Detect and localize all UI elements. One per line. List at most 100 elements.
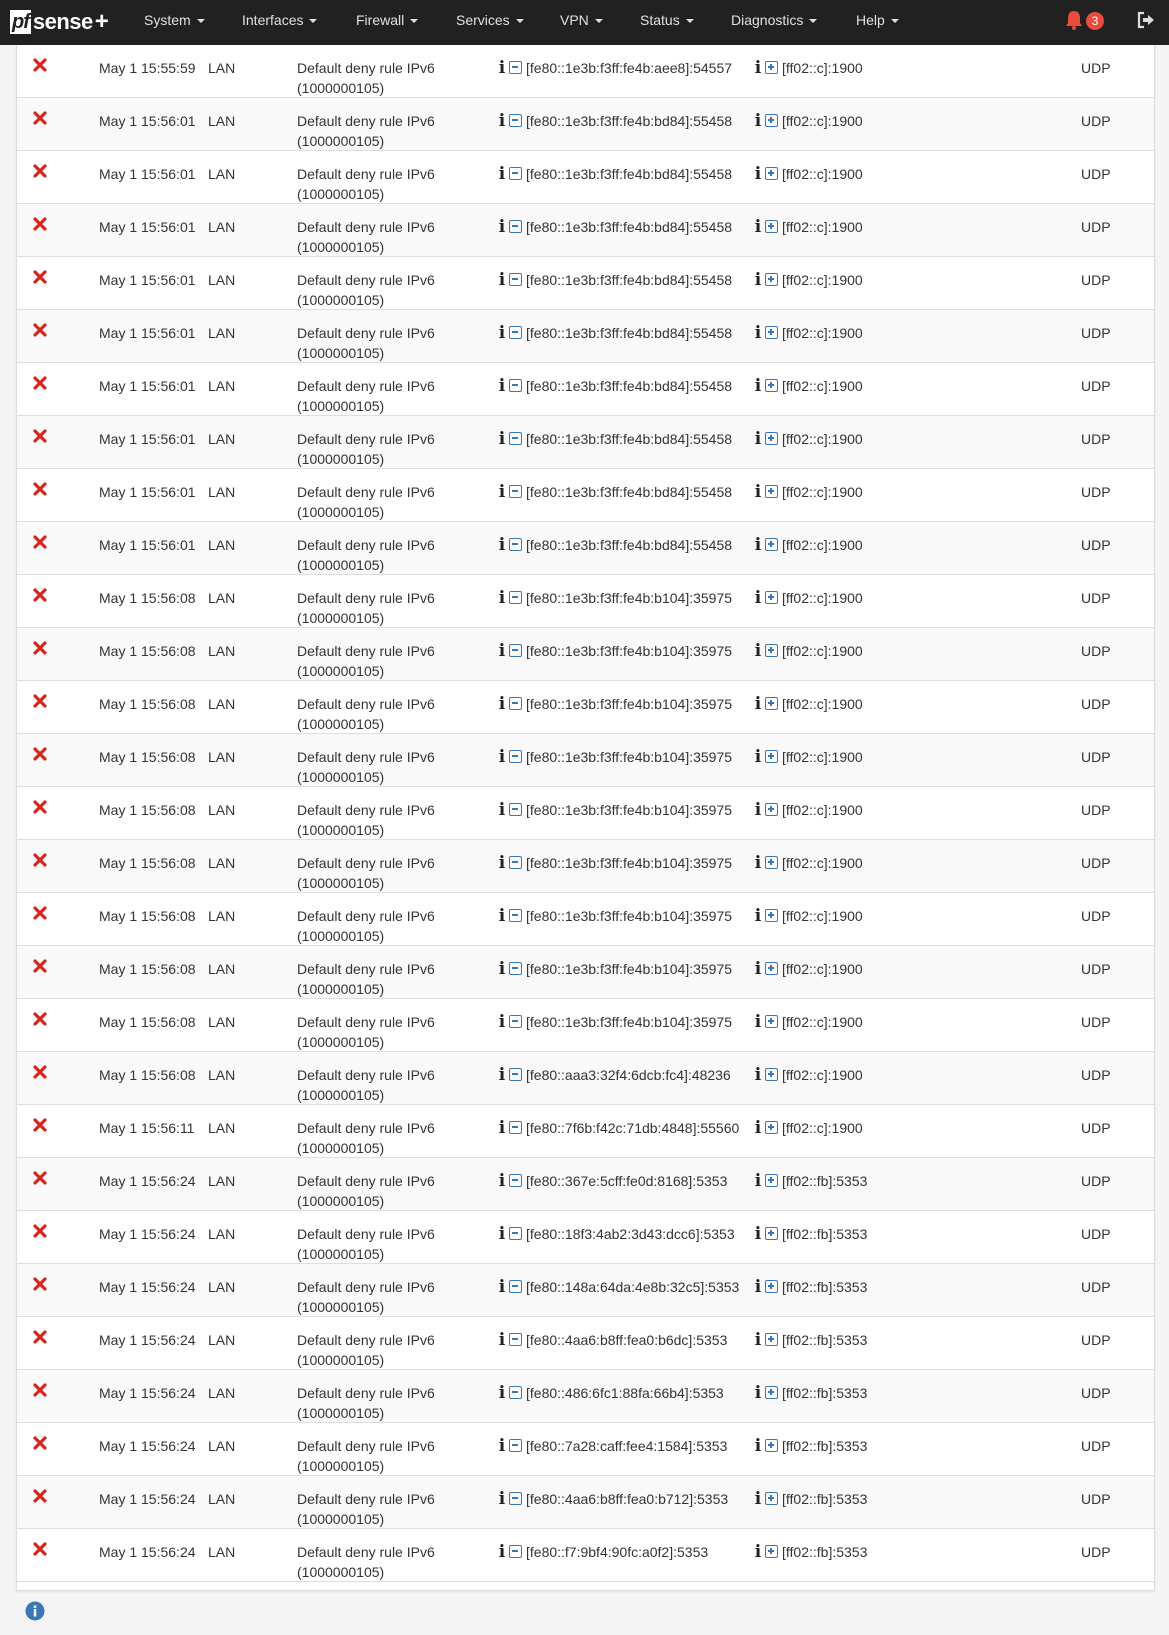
info-icon[interactable]: i	[498, 694, 506, 714]
close-x-icon[interactable]	[32, 216, 48, 232]
minus-square-icon[interactable]	[509, 696, 522, 710]
minus-square-icon[interactable]	[509, 1014, 522, 1028]
close-x-icon[interactable]	[32, 1117, 48, 1133]
plus-square-icon[interactable]	[765, 855, 778, 869]
info-icon[interactable]: i	[754, 588, 762, 608]
log-rule[interactable]: Default deny rule IPv6 (1000000105)	[297, 747, 472, 787]
close-x-icon[interactable]	[32, 1223, 48, 1239]
log-rule[interactable]: Default deny rule IPv6 (1000000105)	[297, 1542, 472, 1582]
minus-square-icon[interactable]	[509, 749, 522, 763]
close-x-icon[interactable]	[32, 1170, 48, 1186]
info-icon[interactable]: i	[754, 111, 762, 131]
close-x-icon[interactable]	[32, 640, 48, 656]
close-x-icon[interactable]	[32, 428, 48, 444]
plus-square-icon[interactable]	[765, 166, 778, 180]
close-x-icon[interactable]	[32, 57, 48, 73]
close-x-icon[interactable]	[32, 693, 48, 709]
plus-square-icon[interactable]	[765, 961, 778, 975]
info-icon[interactable]: i	[498, 164, 506, 184]
info-icon[interactable]: i	[754, 482, 762, 502]
log-rule[interactable]: Default deny rule IPv6 (1000000105)	[297, 1012, 472, 1052]
log-rule[interactable]: Default deny rule IPv6 (1000000105)	[297, 1277, 472, 1317]
minus-square-icon[interactable]	[509, 855, 522, 869]
info-icon[interactable]: i	[498, 1065, 506, 1085]
plus-square-icon[interactable]	[765, 1544, 778, 1558]
info-icon[interactable]: i	[498, 111, 506, 131]
info-icon[interactable]: i	[754, 747, 762, 767]
minus-square-icon[interactable]	[509, 1226, 522, 1240]
minus-square-icon[interactable]	[509, 1067, 522, 1081]
plus-square-icon[interactable]	[765, 1385, 778, 1399]
close-x-icon[interactable]	[32, 110, 48, 126]
plus-square-icon[interactable]	[765, 1014, 778, 1028]
notification-badge[interactable]: 3	[1086, 12, 1104, 30]
plus-square-icon[interactable]	[765, 325, 778, 339]
minus-square-icon[interactable]	[509, 802, 522, 816]
info-icon[interactable]: i	[498, 1383, 506, 1403]
plus-square-icon[interactable]	[765, 272, 778, 286]
minus-square-icon[interactable]	[509, 908, 522, 922]
minus-square-icon[interactable]	[509, 1544, 522, 1558]
info-icon[interactable]: i	[754, 1065, 762, 1085]
close-x-icon[interactable]	[32, 163, 48, 179]
info-icon[interactable]: i	[754, 959, 762, 979]
close-x-icon[interactable]	[32, 1276, 48, 1292]
info-icon[interactable]: i	[498, 588, 506, 608]
info-icon[interactable]: i	[754, 1118, 762, 1138]
info-icon[interactable]: i	[754, 1489, 762, 1509]
minus-square-icon[interactable]	[509, 113, 522, 127]
log-rule[interactable]: Default deny rule IPv6 (1000000105)	[297, 1224, 472, 1264]
log-rule[interactable]: Default deny rule IPv6 (1000000105)	[297, 1065, 472, 1105]
log-rule[interactable]: Default deny rule IPv6 (1000000105)	[297, 164, 472, 204]
info-icon[interactable]: i	[754, 694, 762, 714]
log-rule[interactable]: Default deny rule IPv6 (1000000105)	[297, 111, 472, 151]
info-icon[interactable]: i	[754, 376, 762, 396]
info-icon[interactable]: i	[754, 1171, 762, 1191]
info-icon[interactable]: i	[754, 906, 762, 926]
info-icon[interactable]: i	[498, 1171, 506, 1191]
menu-status[interactable]: Status	[640, 0, 694, 45]
close-x-icon[interactable]	[32, 375, 48, 391]
log-rule[interactable]: Default deny rule IPv6 (1000000105)	[297, 588, 472, 628]
info-icon[interactable]: i	[498, 535, 506, 555]
log-rule[interactable]: Default deny rule IPv6 (1000000105)	[297, 1383, 472, 1423]
close-x-icon[interactable]	[32, 852, 48, 868]
plus-square-icon[interactable]	[765, 537, 778, 551]
menu-diagnostics[interactable]: Diagnostics	[731, 0, 818, 45]
info-icon[interactable]: i	[498, 482, 506, 502]
plus-square-icon[interactable]	[765, 802, 778, 816]
info-icon[interactable]: i	[754, 323, 762, 343]
info-icon[interactable]: i	[754, 1383, 762, 1403]
log-rule[interactable]: Default deny rule IPv6 (1000000105)	[297, 694, 472, 734]
log-rule[interactable]: Default deny rule IPv6 (1000000105)	[297, 959, 472, 999]
close-x-icon[interactable]	[32, 958, 48, 974]
minus-square-icon[interactable]	[509, 643, 522, 657]
menu-firewall[interactable]: Firewall	[356, 0, 419, 45]
minus-square-icon[interactable]	[509, 484, 522, 498]
log-rule[interactable]: Default deny rule IPv6 (1000000105)	[297, 1171, 472, 1211]
plus-square-icon[interactable]	[765, 1067, 778, 1081]
minus-square-icon[interactable]	[509, 1279, 522, 1293]
info-icon[interactable]: i	[498, 376, 506, 396]
info-icon[interactable]: i	[754, 853, 762, 873]
menu-services[interactable]: Services	[456, 0, 524, 45]
plus-square-icon[interactable]	[765, 1226, 778, 1240]
close-x-icon[interactable]	[32, 322, 48, 338]
log-rule[interactable]: Default deny rule IPv6 (1000000105)	[297, 1330, 472, 1370]
close-x-icon[interactable]	[32, 534, 48, 550]
close-x-icon[interactable]	[32, 1541, 48, 1557]
close-x-icon[interactable]	[32, 1329, 48, 1345]
info-icon[interactable]: i	[754, 58, 762, 78]
close-x-icon[interactable]	[32, 1064, 48, 1080]
pfsense-logo[interactable]: pf sense +	[10, 9, 109, 35]
plus-square-icon[interactable]	[765, 113, 778, 127]
minus-square-icon[interactable]	[509, 431, 522, 445]
menu-interfaces[interactable]: Interfaces	[242, 0, 318, 45]
menu-vpn[interactable]: VPN	[560, 0, 603, 45]
menu-system[interactable]: System	[144, 0, 205, 45]
menu-help[interactable]: Help	[856, 0, 899, 45]
info-icon[interactable]: i	[754, 1436, 762, 1456]
minus-square-icon[interactable]	[509, 272, 522, 286]
plus-square-icon[interactable]	[765, 643, 778, 657]
plus-square-icon[interactable]	[765, 431, 778, 445]
